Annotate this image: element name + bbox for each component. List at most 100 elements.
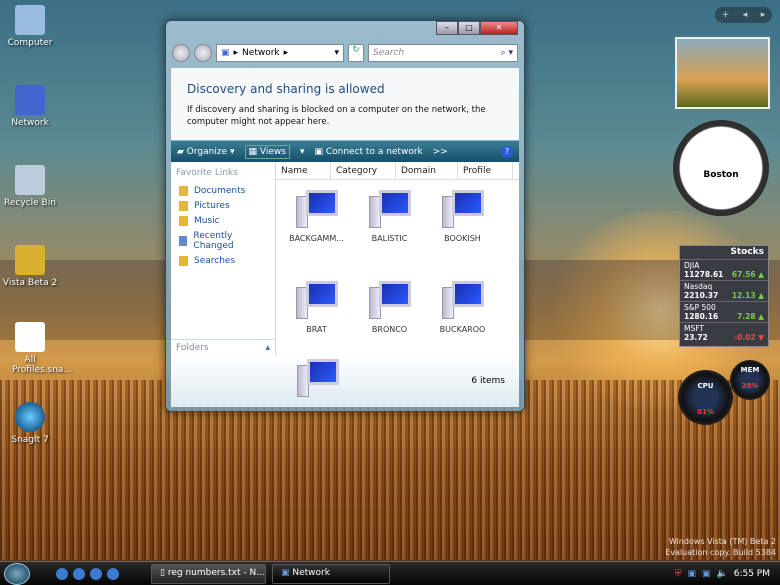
list-item[interactable]: BOOKISH xyxy=(426,190,499,243)
down-arrow-icon: ▼ xyxy=(758,333,764,342)
show-desktop-icon[interactable] xyxy=(73,567,85,580)
item-count: 6 items xyxy=(471,376,505,386)
column-category[interactable]: Category xyxy=(331,162,396,179)
stock-row: Nasdaq 2210.37 12.13 ▲ xyxy=(680,280,768,301)
refresh-button[interactable]: ↻ xyxy=(348,44,364,62)
folder-icon xyxy=(179,186,188,196)
info-banner: Discovery and sharing is allowed If disc… xyxy=(171,68,519,140)
search-icon[interactable]: ⌕ ▾ xyxy=(501,48,513,58)
language-icon[interactable]: ▣ xyxy=(687,569,696,579)
column-profile[interactable]: Profile xyxy=(458,162,513,179)
link-music[interactable]: Music xyxy=(171,214,275,229)
computer-icon xyxy=(440,190,486,230)
views-dropdown[interactable]: ▾ xyxy=(300,147,305,157)
previous-button[interactable]: ◂ xyxy=(743,10,748,20)
chevron-up-icon: ▴ xyxy=(265,343,270,353)
address-bar[interactable]: ▣ ▸ Network ▸ ▾ xyxy=(216,44,344,62)
link-searches[interactable]: Searches xyxy=(171,254,275,269)
desktop-icon-all-profiles[interactable]: All Profiles.sna... xyxy=(12,322,72,375)
next-button[interactable]: ▸ xyxy=(761,10,766,20)
stock-row: DJIA 11278.61 67.56 ▲ xyxy=(680,259,768,280)
list-item[interactable]: BRONCO xyxy=(353,281,426,334)
banner-title: Discovery and sharing is allowed xyxy=(187,82,385,96)
file-icon xyxy=(15,322,45,352)
views-button[interactable]: ▦ Views xyxy=(244,144,290,159)
banner-text: If discovery and sharing is blocked on a… xyxy=(187,105,486,127)
link-documents[interactable]: Documents xyxy=(171,184,275,199)
desktop-icon-vista-beta[interactable]: Vista Beta 2 xyxy=(0,245,60,288)
recycle-bin-icon xyxy=(15,165,45,195)
quick-launch xyxy=(56,567,119,580)
network-icon xyxy=(295,359,341,399)
switch-windows-icon[interactable] xyxy=(90,567,102,580)
stocks-gadget[interactable]: Stocks DJIA 11278.61 67.56 ▲ Nasdaq 2210.37… xyxy=(679,245,769,347)
memory-meter-gadget[interactable]: MEM 28% xyxy=(730,360,770,400)
computer-icon xyxy=(15,5,45,35)
internet-explorer-icon[interactable] xyxy=(56,567,68,580)
media-player-icon[interactable] xyxy=(107,567,119,580)
list-item[interactable]: BACKGAMM... xyxy=(280,190,353,243)
folder-icon xyxy=(179,236,188,246)
desktop-icon-computer[interactable]: Computer xyxy=(0,5,60,48)
close-button[interactable]: ✕ xyxy=(480,21,518,35)
help-icon[interactable]: ? xyxy=(501,145,513,158)
details-pane: 6 items xyxy=(171,355,519,407)
file-list: Name Category Domain Profile BACKGAMM...… xyxy=(276,162,519,355)
taskbar-item-notepad[interactable]: ▯ reg numbers.txt - N... xyxy=(151,563,266,584)
desktop-icon-snagit[interactable]: SnagIt 7 xyxy=(0,402,60,445)
command-bar: ▰ Organize ▾ ▦ Views ▾ ▣ Connect to a net… xyxy=(171,141,519,162)
up-arrow-icon: ▲ xyxy=(758,291,764,300)
start-button[interactable] xyxy=(4,562,30,585)
taskbar-item-network[interactable]: ▣ Network xyxy=(272,563,390,584)
slideshow-gadget[interactable] xyxy=(675,37,770,109)
connect-network-button[interactable]: ▣ Connect to a network xyxy=(314,147,422,157)
column-name[interactable]: Name xyxy=(276,162,331,179)
organize-button[interactable]: ▰ Organize ▾ xyxy=(177,147,235,157)
network-icon: ▣ xyxy=(221,48,230,58)
folders-toggle[interactable]: Folders ▴ xyxy=(171,339,275,355)
snagit-icon xyxy=(15,402,45,432)
chevron-down-icon[interactable]: ▾ xyxy=(334,48,339,58)
computer-icon xyxy=(367,190,413,230)
desktop-icon-network[interactable]: Network xyxy=(0,85,60,128)
network-icon: ▣ xyxy=(281,567,293,578)
navigation-pane: Favorite Links Documents Pictures Music … xyxy=(171,162,276,355)
notepad-icon: ▯ xyxy=(160,567,168,578)
folder-icon xyxy=(15,245,45,275)
link-recently-changed[interactable]: Recently Changed xyxy=(171,229,275,254)
clock[interactable]: 6:55 PM xyxy=(734,569,770,579)
computer-icon xyxy=(294,281,340,321)
list-item[interactable]: BUCKAROO xyxy=(426,281,499,334)
volume-icon[interactable]: 🔈 xyxy=(717,569,728,579)
computer-icon xyxy=(367,281,413,321)
column-domain[interactable]: Domain xyxy=(396,162,458,179)
security-icon[interactable]: ⛨ xyxy=(675,569,682,579)
minimize-button[interactable]: – xyxy=(436,21,458,35)
sidebar-controls: + ◂ ▸ xyxy=(715,7,772,23)
clock-gadget[interactable]: Boston xyxy=(673,120,769,216)
desktop-icon-recycle-bin[interactable]: Recycle Bin xyxy=(0,165,60,208)
favorite-links-heading: Favorite Links xyxy=(176,168,238,178)
more-button[interactable]: >> xyxy=(433,147,448,157)
maximize-button[interactable]: □ xyxy=(458,21,480,35)
add-gadget-button[interactable]: + xyxy=(722,10,730,20)
up-arrow-icon: ▲ xyxy=(758,270,764,279)
stock-row: S&P 500 1280.16 7.28 ▲ xyxy=(680,301,768,322)
network-icon xyxy=(15,85,45,115)
up-arrow-icon: ▲ xyxy=(758,312,764,321)
folder-icon xyxy=(179,216,188,226)
folder-icon xyxy=(179,256,188,266)
list-item[interactable]: BALISTIC xyxy=(353,190,426,243)
system-tray: ⛨ ▣ ▣ 🔈 6:55 PM xyxy=(675,569,780,579)
network-status-icon[interactable]: ▣ xyxy=(702,569,711,579)
evaluation-watermark: Windows Vista (TM) Beta 2 Evaluation copy… xyxy=(665,537,776,557)
computer-icon xyxy=(294,190,340,230)
list-item[interactable]: BRAT xyxy=(280,281,353,334)
link-pictures[interactable]: Pictures xyxy=(171,199,275,214)
forward-button[interactable] xyxy=(194,44,212,62)
cpu-meter-gadget[interactable]: CPU 01% xyxy=(678,370,733,425)
taskbar: ▯ reg numbers.txt - N... ▣ Network ⛨ ▣ ▣ 🔈 6… xyxy=(0,561,780,585)
back-button[interactable] xyxy=(172,44,190,62)
network-window: – □ ✕ ▣ ▸ Network ▸ ▾ ↻ Search ⌕ ▾ Discovery an… xyxy=(165,20,525,412)
search-input[interactable]: Search ⌕ ▾ xyxy=(368,44,518,62)
